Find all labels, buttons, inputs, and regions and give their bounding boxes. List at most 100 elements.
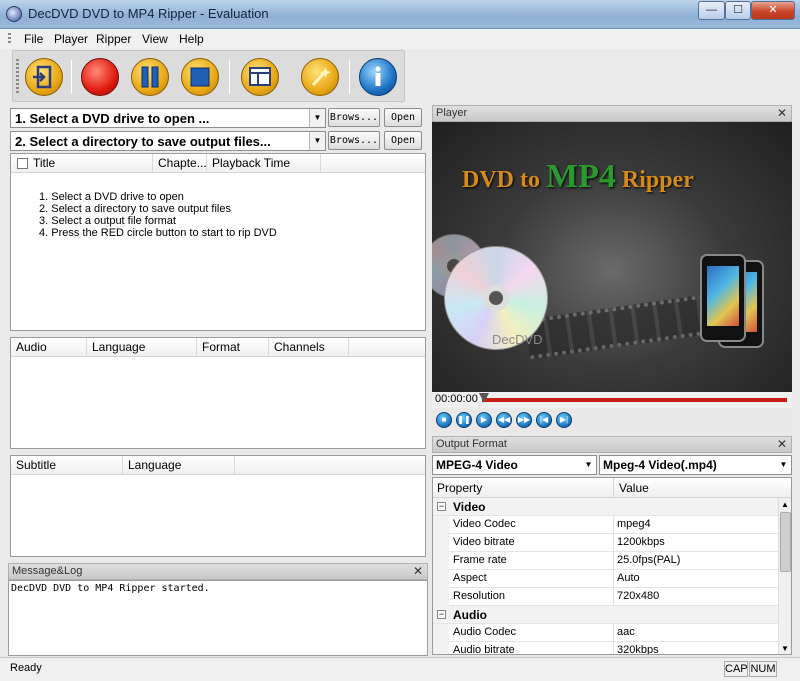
close-icon[interactable]: ✕ (777, 106, 787, 121)
pause-playback-button[interactable]: ❚❚ (456, 412, 472, 428)
phone-graphic (700, 254, 746, 342)
chevron-down-icon[interactable]: ▼ (309, 132, 325, 150)
column-value: Value (619, 481, 649, 495)
stop-icon: ■ (441, 415, 447, 424)
scroll-down-icon[interactable]: ▼ (781, 644, 789, 653)
collapse-icon[interactable]: − (437, 502, 446, 511)
collapse-icon[interactable]: − (437, 610, 446, 619)
seek-handle[interactable] (479, 393, 489, 403)
forward-icon: ▶▶ (517, 415, 531, 424)
menu-player[interactable]: Player (54, 32, 88, 46)
menu-ripper[interactable]: Ripper (96, 32, 131, 46)
subtitle-list-header: Subtitle Language (11, 456, 425, 475)
menu-view[interactable]: View (142, 32, 168, 46)
app-icon (6, 6, 22, 22)
column-title[interactable]: Title (11, 154, 153, 173)
property-grid[interactable]: Property Value − Video Video Codec mpeg4 … (432, 477, 792, 655)
property-row[interactable]: Audio Codec aac (433, 624, 778, 642)
column-audio[interactable]: Audio (11, 338, 87, 357)
log-panel-title: Message&Log ✕ (8, 563, 428, 580)
log-output[interactable]: DecDVD DVD to MP4 Ripper started. (8, 580, 428, 656)
menu-bar: File Player Ripper View Help (0, 29, 800, 49)
forward-button[interactable]: ▶▶ (516, 412, 532, 428)
output-dir-select[interactable]: 2. Select a directory to save output fil… (10, 131, 326, 151)
next-button[interactable]: ▶| (556, 412, 572, 428)
scroll-up-icon[interactable]: ▲ (781, 500, 789, 509)
column-format[interactable]: Format (197, 338, 269, 357)
layout-icon (249, 67, 271, 86)
column-subtitle[interactable]: Subtitle (11, 456, 123, 475)
log-line: DecDVD DVD to MP4 Ripper started. (11, 583, 210, 594)
property-grid-scrollbar[interactable]: ▲ ▼ (778, 498, 791, 654)
property-row[interactable]: Frame rate 25.0fps(PAL) (433, 552, 778, 570)
property-row[interactable]: Resolution 720x480 (433, 588, 778, 606)
instruction-line: 3. Select a output file format (39, 215, 176, 227)
browse-dir-button[interactable]: Brows... (328, 131, 380, 150)
window-title: DecDVD DVD to MP4 Ripper - Evaluation (28, 6, 269, 21)
column-subtitle-language[interactable]: Language (123, 456, 235, 475)
toolbar-separator (71, 60, 72, 94)
menu-file[interactable]: File (24, 32, 43, 46)
close-icon[interactable]: ✕ (777, 437, 787, 452)
column-chapter[interactable]: Chapte... (153, 154, 207, 173)
open-dvd-text-button[interactable]: Open (384, 108, 422, 127)
audio-list[interactable]: Audio Language Format Channels (10, 337, 426, 449)
info-icon (375, 66, 381, 86)
minimize-button[interactable]: — (698, 1, 725, 20)
column-playback-time[interactable]: Playback Time (207, 154, 321, 173)
column-language[interactable]: Language (87, 338, 197, 357)
about-button[interactable] (359, 58, 397, 96)
video-preview[interactable]: DVD to MP4 Ripper DecDVD (432, 122, 792, 392)
layout-button[interactable] (241, 58, 279, 96)
property-row[interactable]: Video bitrate 1200kbps (433, 534, 778, 552)
property-row[interactable]: Video Codec mpeg4 (433, 516, 778, 534)
title-list[interactable]: Title Chapte... Playback Time 1. Select … (10, 153, 426, 331)
stop-icon (190, 67, 210, 87)
rewind-button[interactable]: ◀◀ (496, 412, 512, 428)
toolbar-separator (349, 60, 350, 94)
toolbar-separator (229, 60, 230, 94)
chevron-down-icon[interactable]: ▼ (581, 456, 596, 474)
property-row[interactable]: Audio bitrate 320kbps (433, 642, 778, 654)
next-icon: ▶| (559, 415, 569, 424)
stop-button[interactable] (181, 58, 219, 96)
format-select[interactable]: Mpeg-4 Video(.mp4) ▼ (599, 455, 792, 475)
open-dvd-button[interactable] (25, 58, 63, 96)
open-dir-button[interactable]: Open (384, 131, 422, 150)
browse-dvd-button[interactable]: Brows... (328, 108, 380, 127)
dvd-drive-select[interactable]: 1. Select a DVD drive to open ... ▼ (10, 108, 326, 128)
chevron-down-icon[interactable]: ▼ (776, 456, 791, 474)
dvd-drive-value: 1. Select a DVD drive to open ... (15, 111, 210, 126)
scroll-thumb[interactable] (780, 512, 791, 572)
subtitle-list[interactable]: Subtitle Language (10, 455, 426, 557)
rip-button[interactable] (81, 58, 119, 96)
stop-playback-button[interactable]: ■ (436, 412, 452, 428)
format-category-select[interactable]: MPEG-4 Video ▼ (432, 455, 597, 475)
splash-watermark: DecDVD (492, 332, 543, 347)
close-icon[interactable]: ✕ (413, 564, 423, 579)
seek-track[interactable] (482, 398, 787, 402)
rewind-icon: ◀◀ (497, 415, 511, 424)
play-icon: ▶ (480, 415, 488, 424)
player-controls: ■ ❚❚ ▶ ◀◀ ▶▶ |◀ ▶| (432, 409, 792, 433)
play-button[interactable]: ▶ (476, 412, 492, 428)
pause-icon (141, 66, 159, 88)
property-group-video[interactable]: − Video (433, 498, 778, 516)
property-row[interactable]: Aspect Auto (433, 570, 778, 588)
menu-help[interactable]: Help (179, 32, 204, 46)
seek-bar[interactable]: 00:00:00 (432, 392, 792, 408)
playback-time: 00:00:00 (435, 393, 478, 405)
previous-button[interactable]: |◀ (536, 412, 552, 428)
chevron-down-icon[interactable]: ▼ (309, 109, 325, 127)
format-category-value: MPEG-4 Video (436, 458, 518, 472)
menu-grip[interactable] (8, 33, 11, 45)
pause-button[interactable] (131, 58, 169, 96)
select-all-checkbox[interactable] (17, 158, 28, 169)
close-button[interactable]: ✕ (751, 1, 795, 20)
settings-button[interactable] (301, 58, 339, 96)
toolbar-grip[interactable] (16, 59, 19, 95)
property-group-audio[interactable]: − Audio (433, 606, 778, 624)
column-channels[interactable]: Channels (269, 338, 349, 357)
maximize-button[interactable]: ☐ (725, 1, 751, 20)
column-property: Property (437, 481, 483, 495)
